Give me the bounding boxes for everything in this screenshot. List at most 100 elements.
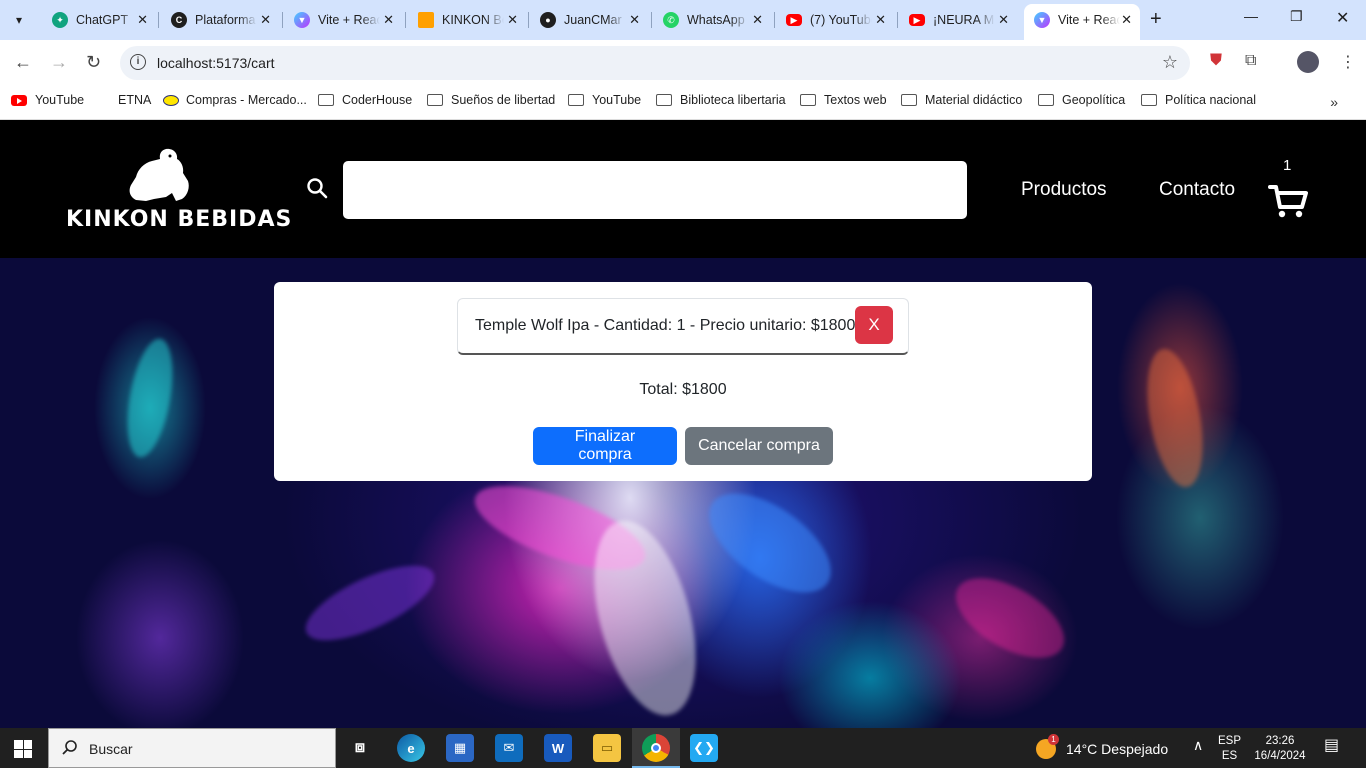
close-tab-icon[interactable]: ✕: [875, 12, 886, 28]
bookmarks-bar: YouTube ETNA Compras - Mercado... CoderH…: [0, 86, 1366, 120]
cart-item-description: Temple Wolf Ipa - Cantidad: 1 - Precio u…: [475, 317, 856, 334]
nav-contacto-link[interactable]: Contacto: [1159, 179, 1235, 201]
tab-search-chevron-icon[interactable]: ▾: [6, 8, 32, 32]
cart-item: Temple Wolf Ipa - Cantidad: 1 - Precio u…: [457, 298, 909, 355]
folder-icon: [656, 94, 672, 106]
remove-item-button[interactable]: X: [855, 306, 893, 344]
shopping-cart-icon[interactable]: [1268, 183, 1308, 219]
tab-vite-react-active[interactable]: ▼ Vite + React ✕: [1024, 4, 1140, 40]
close-tab-icon[interactable]: ✕: [629, 12, 640, 28]
tray-chevron-icon[interactable]: ∧: [1193, 738, 1203, 753]
gorilla-icon: [129, 148, 189, 201]
product-search-input[interactable]: [343, 161, 967, 219]
tab-kinkon[interactable]: KINKON Bebidas ✕: [408, 6, 526, 34]
weather-widget[interactable]: 1 14°C Despejado: [1036, 734, 1168, 759]
mercadolibre-icon: [163, 94, 179, 106]
mail-icon[interactable]: ✉: [495, 734, 523, 762]
checkout-button[interactable]: Finalizar compra: [533, 427, 677, 465]
weather-badge: 1: [1048, 734, 1059, 745]
search-icon[interactable]: [306, 177, 328, 199]
folder-icon: [568, 94, 584, 106]
bookmark-suenos[interactable]: Sueños de libertad: [427, 93, 555, 107]
vite-icon: ▼: [1034, 12, 1050, 28]
cart-panel: Temple Wolf Ipa - Cantidad: 1 - Precio u…: [274, 282, 1092, 481]
tab-github[interactable]: ● JuanCMar ✕: [530, 6, 648, 34]
close-tab-icon[interactable]: ✕: [260, 12, 271, 28]
tab-youtube[interactable]: ▶ (7) YouTube ✕: [776, 6, 894, 34]
bookmark-coderhouse[interactable]: CoderHouse: [318, 93, 412, 107]
folder-icon: [1141, 94, 1157, 106]
youtube-icon: ▶: [786, 14, 802, 26]
cart-count-badge: 1: [1283, 157, 1292, 174]
address-bar[interactable]: i localhost:5173/cart ☆: [120, 46, 1190, 80]
language-indicator[interactable]: ESP ES: [1218, 734, 1241, 764]
profile-avatar[interactable]: [1297, 51, 1319, 73]
bookmark-youtube-folder[interactable]: YouTube: [568, 93, 641, 107]
vscode-icon[interactable]: ❮❯: [690, 734, 718, 762]
browser-toolbar: ← → ↻ i localhost:5173/cart ☆ ⛊ ⧉ ⋮: [0, 40, 1366, 86]
chrome-icon[interactable]: [642, 734, 670, 762]
youtube-icon: [11, 94, 27, 106]
taskbar-search-box[interactable]: Buscar: [48, 728, 336, 768]
extension-shield-icon[interactable]: ⛊: [1210, 52, 1222, 70]
folder-icon: [901, 94, 917, 106]
close-tab-icon[interactable]: ✕: [998, 12, 1009, 28]
tab-neura[interactable]: ▶ ¡NEURA M ✕: [899, 6, 1017, 34]
file-explorer-icon[interactable]: ▭: [593, 734, 621, 762]
cart-total: Total: $1800: [639, 381, 727, 398]
task-view-icon[interactable]: ⧈: [346, 734, 374, 762]
folder-icon: [800, 94, 816, 106]
github-icon: ●: [540, 12, 556, 28]
restore-icon[interactable]: ❐: [1290, 8, 1303, 25]
close-tab-icon[interactable]: ✕: [1121, 12, 1132, 28]
close-tab-icon[interactable]: ✕: [752, 12, 763, 28]
browser-menu-icon[interactable]: ⋮: [1340, 52, 1356, 72]
folder-icon: [1038, 94, 1054, 106]
bookmark-biblioteca[interactable]: Biblioteca libertaria: [656, 93, 786, 107]
back-arrow-icon[interactable]: ←: [14, 52, 32, 73]
bookmark-etna[interactable]: ETNA: [118, 93, 151, 107]
close-tab-icon[interactable]: ✕: [137, 12, 148, 28]
nav-productos-link[interactable]: Productos: [1021, 179, 1107, 201]
bookmark-politica[interactable]: Política nacional: [1141, 93, 1256, 107]
reload-icon[interactable]: ↻: [86, 52, 101, 73]
windows-start-icon[interactable]: [14, 740, 32, 758]
new-tab-plus-icon[interactable]: +: [1150, 8, 1162, 31]
folder-icon: [318, 94, 334, 106]
tab-vite-react[interactable]: ▼ Vite + React ✕: [284, 6, 402, 34]
extensions-puzzle-icon[interactable]: ⧉: [1245, 52, 1256, 70]
forward-arrow-icon[interactable]: →: [50, 52, 68, 73]
word-icon[interactable]: W: [544, 734, 572, 762]
search-icon: [62, 740, 77, 755]
minimize-icon[interactable]: —: [1244, 8, 1258, 24]
vite-icon: ▼: [294, 12, 310, 28]
chatgpt-icon: ✦: [52, 12, 68, 28]
bookmark-material[interactable]: Material didáctico: [901, 93, 1022, 107]
url-text[interactable]: localhost:5173/cart: [157, 55, 275, 71]
close-tab-icon[interactable]: ✕: [507, 12, 518, 28]
browser-tab-strip: ▾ ✦ ChatGPT ✕ C Plataforma ✕ ▼ Vite + Re…: [0, 0, 1366, 40]
notifications-icon[interactable]: ▤: [1324, 738, 1339, 754]
bookmark-textos-web[interactable]: Textos web: [800, 93, 887, 107]
bookmark-youtube[interactable]: YouTube: [11, 93, 84, 107]
clock[interactable]: 23:26 16/4/2024: [1252, 734, 1308, 764]
cancel-purchase-button[interactable]: Cancelar compra: [685, 427, 833, 465]
more-bookmarks-icon[interactable]: »: [1330, 94, 1338, 110]
brand-name: KINKON BEBIDAS: [66, 207, 293, 232]
bookmark-mercado[interactable]: Compras - Mercado...: [163, 93, 307, 107]
bookmark-geopolitica[interactable]: Geopolítica: [1038, 93, 1125, 107]
tab-plataforma[interactable]: C Plataforma ✕: [161, 6, 279, 34]
taskbar-search-label: Buscar: [89, 741, 133, 757]
tab-whatsapp[interactable]: ✆ WhatsApp ✕: [653, 6, 771, 34]
windows-taskbar: Buscar ⧈ e ▦ ✉ W ▭ ❮❯ 1 14°C Despejado ∧…: [0, 728, 1366, 768]
brand-logo[interactable]: KINKON BEBIDAS: [62, 147, 291, 237]
close-tab-icon[interactable]: ✕: [383, 12, 394, 28]
bookmark-star-icon[interactable]: ☆: [1162, 52, 1178, 73]
close-window-icon[interactable]: ✕: [1336, 8, 1349, 28]
coderhouse-icon: C: [171, 12, 187, 28]
store-icon[interactable]: ▦: [446, 734, 474, 762]
tab-chatgpt[interactable]: ✦ ChatGPT ✕: [42, 6, 156, 34]
site-info-icon[interactable]: i: [130, 54, 146, 70]
firebase-icon: [418, 12, 434, 28]
edge-icon[interactable]: e: [397, 734, 425, 762]
